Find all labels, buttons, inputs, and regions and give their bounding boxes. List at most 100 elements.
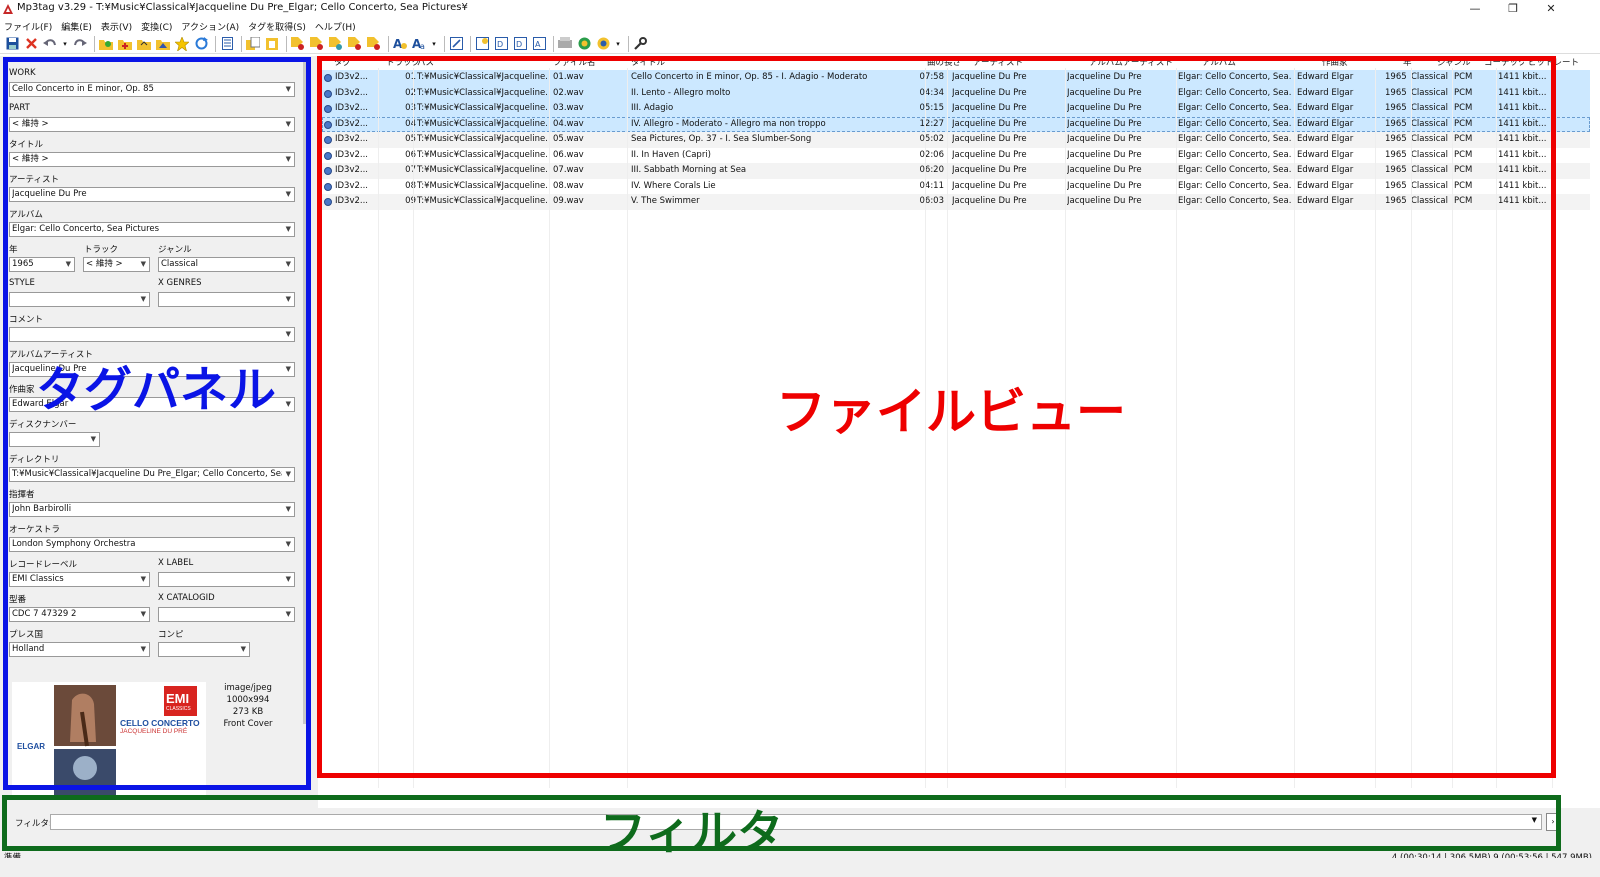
web-dropdown-icon[interactable] bbox=[595, 36, 611, 52]
filename-filename-icon[interactable] bbox=[328, 36, 344, 52]
chevron-down-icon[interactable]: ▼ bbox=[286, 468, 291, 481]
orchestra-field[interactable]: London Symphony Orchestra ▼ bbox=[9, 537, 295, 552]
col-album-artist[interactable]: アルバムアーティスト bbox=[1089, 56, 1195, 68]
chevron-down-icon[interactable]: ▼ bbox=[91, 433, 96, 446]
paste-tag-icon[interactable] bbox=[264, 36, 280, 52]
col-artist[interactable]: アーティスト bbox=[973, 56, 1083, 68]
discogs-icon[interactable]: D bbox=[512, 36, 528, 52]
chevron-down-icon[interactable]: ▼ bbox=[286, 258, 291, 271]
cover-art[interactable]: EMI CLASSICS CELLO CONCERTO JACQUELINE D… bbox=[12, 682, 206, 795]
col-track[interactable]: トラック bbox=[386, 56, 420, 68]
chevron-down-icon[interactable]: ▼ bbox=[286, 118, 291, 131]
remove-tag-icon[interactable] bbox=[23, 36, 39, 52]
part-field[interactable]: < 維持 > ▼ bbox=[9, 117, 295, 132]
add-directory-icon[interactable] bbox=[117, 36, 133, 52]
musicbrainz-icon[interactable]: A bbox=[531, 36, 547, 52]
freedb-icon[interactable]: D bbox=[493, 36, 509, 52]
chevron-down-icon[interactable]: ▼ bbox=[286, 363, 291, 376]
chevron-down-icon[interactable]: ▼ bbox=[286, 83, 291, 96]
undo-dropdown-icon[interactable]: ▾ bbox=[61, 36, 69, 52]
playlist-icon[interactable] bbox=[219, 36, 235, 52]
menu-edit[interactable]: 編集(E) bbox=[61, 20, 92, 33]
change-directory-icon[interactable] bbox=[98, 36, 114, 52]
filter-apply-button[interactable]: › bbox=[1546, 813, 1560, 831]
col-path[interactable]: パス bbox=[417, 56, 545, 68]
record-label-field[interactable]: EMI Classics ▼ bbox=[9, 572, 150, 587]
chevron-down-icon[interactable]: ▼ bbox=[66, 258, 71, 271]
export-icon[interactable] bbox=[474, 36, 490, 52]
minimize-button[interactable]: — bbox=[1456, 0, 1494, 18]
menu-tag-sources[interactable]: タグを取得(S) bbox=[248, 20, 306, 33]
col-composer[interactable]: 作曲家 bbox=[1322, 56, 1396, 68]
chevron-down-icon[interactable]: ▼ bbox=[241, 643, 246, 656]
x-label-field[interactable]: ▼ bbox=[158, 572, 295, 587]
table-row[interactable]: ID3v2... 09 T:¥Music¥Classical¥Jacqueline.… bbox=[322, 194, 1590, 210]
chevron-down-icon[interactable]: ▼ bbox=[141, 258, 146, 271]
menu-convert[interactable]: 変換(C) bbox=[141, 20, 172, 33]
save-icon[interactable] bbox=[4, 36, 20, 52]
chevron-down-icon[interactable]: ▼ bbox=[286, 608, 291, 621]
chevron-down-icon[interactable]: ▼ bbox=[141, 608, 146, 621]
chevron-down-icon[interactable]: ▼ bbox=[286, 223, 291, 236]
chevron-down-icon[interactable]: ▼ bbox=[286, 293, 291, 306]
table-row[interactable]: ID3v2... 06 T:¥Music¥Classical¥Jacqueline.… bbox=[322, 148, 1590, 164]
tag-filename-icon[interactable] bbox=[290, 36, 306, 52]
directory-field[interactable]: T:¥Music¥Classical¥Jacqueline Du Pre_Elg… bbox=[9, 467, 295, 482]
catalog-field[interactable]: CDC 7 47329 2 ▼ bbox=[9, 607, 150, 622]
tag-tag-icon[interactable] bbox=[366, 36, 382, 52]
maximize-button[interactable]: ❐ bbox=[1494, 0, 1532, 18]
refresh-icon[interactable] bbox=[193, 36, 209, 52]
x-catalogid-field[interactable]: ▼ bbox=[158, 607, 295, 622]
chevron-down-icon[interactable]: ▼ bbox=[286, 573, 291, 586]
table-row[interactable]: ID3v2... 01 T:¥Music¥Classical¥Jacqueline.… bbox=[322, 70, 1590, 86]
col-genre[interactable]: ジャンル bbox=[1437, 56, 1477, 68]
title-field[interactable]: < 維持 > ▼ bbox=[9, 152, 295, 167]
col-year[interactable]: 年 bbox=[1403, 56, 1431, 68]
tag-sources-icon[interactable] bbox=[557, 36, 573, 52]
genre-field[interactable]: Classical ▼ bbox=[158, 257, 295, 272]
chevron-down-icon[interactable]: ▼ bbox=[1532, 816, 1537, 824]
comment-field[interactable]: ▼ bbox=[9, 327, 295, 342]
open-folder-icon[interactable] bbox=[136, 36, 152, 52]
chevron-down-icon[interactable]: ▼ bbox=[286, 188, 291, 201]
conductor-field[interactable]: John Barbirolli ▼ bbox=[9, 502, 295, 517]
copy-tag-icon[interactable] bbox=[245, 36, 261, 52]
disc-number-field[interactable]: ▼ bbox=[9, 432, 100, 447]
menu-action[interactable]: アクション(A) bbox=[181, 20, 239, 33]
redo-icon[interactable] bbox=[72, 36, 88, 52]
tag-panel-scrollbar[interactable] bbox=[303, 60, 309, 724]
col-title[interactable]: タイトル bbox=[631, 56, 921, 68]
chevron-down-icon[interactable]: ▼ bbox=[286, 503, 291, 516]
filter-input[interactable]: ▼ bbox=[50, 814, 1542, 830]
chevron-down-icon[interactable]: ▼ bbox=[141, 643, 146, 656]
col-album[interactable]: アルバム bbox=[1202, 56, 1316, 68]
table-row[interactable]: ID3v2... 07 T:¥Music¥Classical¥Jacqueline.… bbox=[322, 163, 1590, 179]
chevron-down-icon[interactable]: ▼ bbox=[141, 293, 146, 306]
table-row[interactable]: ID3v2... 05 T:¥Music¥Classical¥Jacqueline.… bbox=[322, 132, 1590, 148]
filename-tag-icon[interactable] bbox=[309, 36, 325, 52]
x-genres-field[interactable]: ▼ bbox=[158, 292, 295, 307]
menu-view[interactable]: 表示(V) bbox=[101, 20, 132, 33]
menu-file[interactable]: ファイル(F) bbox=[4, 20, 52, 33]
table-row[interactable]: ID3v2... 02 T:¥Music¥Classical¥Jacqueline.… bbox=[322, 85, 1590, 101]
menu-help[interactable]: ヘルプ(H) bbox=[315, 20, 356, 33]
work-field[interactable]: Cello Concerto in E minor, Op. 85 ▼ bbox=[9, 82, 295, 97]
quick-action-icon[interactable]: Aa bbox=[411, 36, 427, 52]
compilation-field[interactable]: ▼ bbox=[158, 642, 250, 657]
chevron-down-icon[interactable]: ▼ bbox=[141, 573, 146, 586]
favorite-star-icon[interactable] bbox=[174, 36, 190, 52]
web-sources-icon[interactable] bbox=[576, 36, 592, 52]
year-field[interactable]: 1965 ▼ bbox=[9, 257, 75, 272]
chevron-down-icon[interactable]: ▼ bbox=[286, 398, 291, 411]
text-file-tag-icon[interactable] bbox=[347, 36, 363, 52]
track-field[interactable]: < 維持 > ▼ bbox=[83, 257, 150, 272]
chevron-down-icon[interactable]: ▼ bbox=[286, 538, 291, 551]
table-row[interactable]: ID3v2... 04 T:¥Music¥Classical¥Jacqueline.… bbox=[322, 116, 1590, 132]
table-row[interactable]: ID3v2... 08 T:¥Music¥Classical¥Jacqueline.… bbox=[322, 179, 1590, 195]
artist-field[interactable]: Jacqueline Du Pre ▼ bbox=[9, 187, 295, 202]
actions-icon[interactable]: A bbox=[392, 36, 408, 52]
close-button[interactable]: ✕ bbox=[1532, 0, 1570, 18]
style-field[interactable]: ▼ bbox=[9, 292, 150, 307]
country-field[interactable]: Holland ▼ bbox=[9, 642, 150, 657]
col-codec[interactable]: コーデック bbox=[1484, 56, 1524, 68]
